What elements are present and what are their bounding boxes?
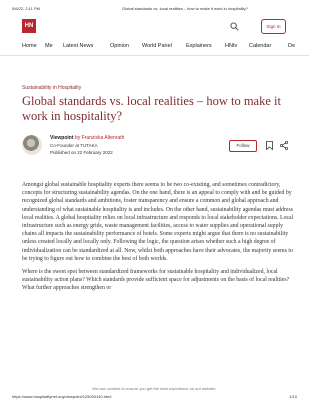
article-body: Amongst global sustainable hospitality e… [22, 181, 298, 298]
author-avatar[interactable] [22, 135, 42, 155]
article-title: Global standards vs. local realities – h… [22, 94, 281, 123]
print-header: 5/6/22, 2:11 PM Global standards vs. loc… [12, 6, 297, 14]
sign-in-button[interactable]: Sign In [261, 19, 286, 34]
article-category[interactable]: Sustainability in Hospitality [22, 85, 81, 91]
site-logo[interactable]: HN [22, 19, 36, 33]
follow-button[interactable]: Follow [229, 140, 257, 152]
nav-item-hntv[interactable]: HNtv [225, 43, 237, 49]
main-nav: Home Me Latest News Opinion World Panel … [0, 41, 309, 56]
article-paragraph: Amongst global sustainable hospitality e… [22, 182, 294, 262]
nav-item-opinion[interactable]: Opinion [110, 43, 129, 49]
print-footer: https://www.hospitalitynet.org/viewpoint… [12, 394, 297, 400]
nav-item-calendar[interactable]: Calendar [249, 43, 271, 49]
print-title: Global standards vs. local realities – h… [122, 6, 248, 11]
viewpoint-line: Viewpoint by Franziska Altenrath [50, 135, 124, 141]
search-icon[interactable] [230, 22, 239, 31]
bookmark-icon[interactable] [266, 141, 273, 150]
nav-item-me[interactable]: Me [45, 43, 53, 49]
nav-item-home[interactable]: Home [22, 43, 37, 49]
published-date: Published on 22 February 2022 [50, 150, 113, 155]
nav-item-world-panel[interactable]: World Panel [142, 43, 172, 49]
brand-bar: HN Sign In [22, 19, 298, 41]
author-role: Co-Founder at TUTAKA [50, 143, 98, 148]
author-name-link[interactable]: by Franziska Altenrath [75, 135, 124, 141]
nav-item-more[interactable]: De [288, 43, 295, 49]
print-url: https://www.hospitalitynet.org/viewpoint… [12, 394, 112, 399]
share-icon[interactable] [280, 141, 288, 150]
cookie-notice: We use cookies to ensure you get the bes… [92, 386, 217, 391]
print-date: 5/6/22, 2:11 PM [12, 6, 40, 11]
nav-item-explainers[interactable]: Explainers [186, 43, 212, 49]
print-page-number: 1/10 [289, 394, 297, 399]
viewpoint-label: Viewpoint [50, 135, 74, 141]
nav-item-latest-news[interactable]: Latest News [63, 43, 93, 49]
author-row: Viewpoint by Franziska Altenrath Co-Foun… [22, 135, 298, 161]
article-paragraph: Where is the sweet spot between standard… [22, 269, 290, 292]
